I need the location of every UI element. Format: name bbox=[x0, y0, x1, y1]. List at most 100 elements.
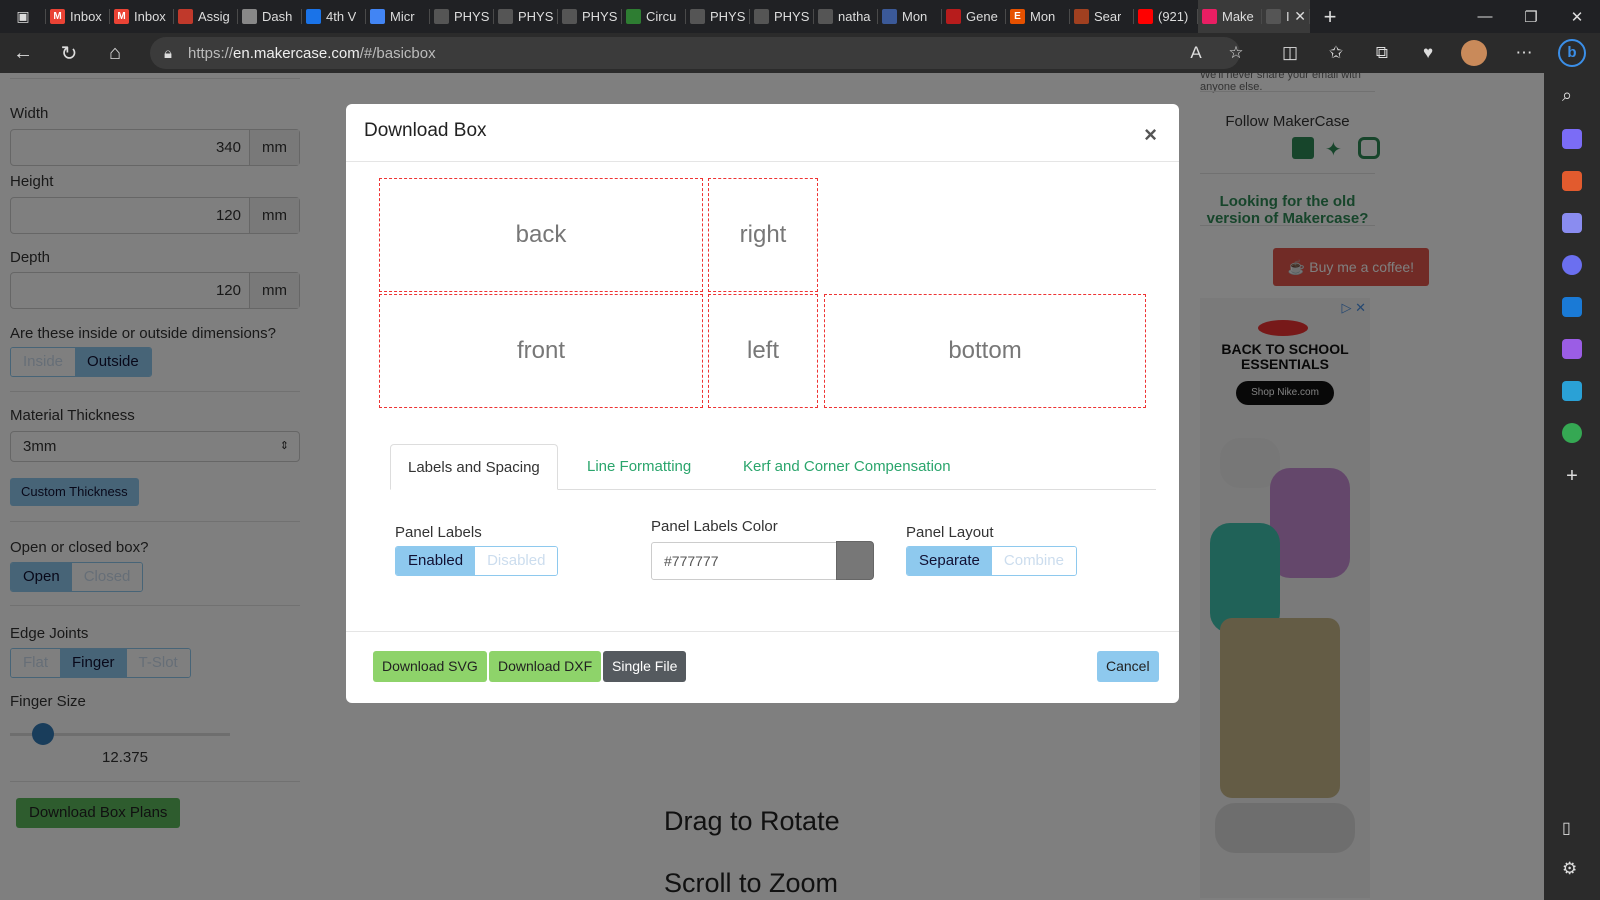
modal-header-divider bbox=[346, 161, 1179, 162]
tab-favicon-icon bbox=[562, 9, 577, 24]
browser-tab[interactable]: Gene bbox=[942, 0, 1006, 33]
shopping-icon[interactable] bbox=[1562, 129, 1582, 149]
combine-button[interactable]: Combine bbox=[991, 547, 1076, 575]
tab-title: Sear bbox=[1094, 9, 1122, 24]
tab-labels-spacing[interactable]: Labels and Spacing bbox=[390, 444, 558, 490]
panel-labels-label: Panel Labels bbox=[395, 524, 482, 541]
send-icon[interactable] bbox=[1562, 381, 1582, 401]
tab-title: Assig bbox=[198, 9, 230, 24]
browser-tab[interactable]: E Mon bbox=[1006, 0, 1070, 33]
browser-tab[interactable]: Make bbox=[1198, 0, 1262, 33]
tab-line-formatting[interactable]: Line Formatting bbox=[570, 444, 708, 490]
back-icon[interactable]: ← bbox=[0, 33, 46, 73]
panel-left-label: left bbox=[746, 337, 779, 364]
tab-title: Inbox bbox=[70, 9, 102, 24]
tab-title: I bbox=[1286, 9, 1290, 24]
home-icon[interactable]: ⌂ bbox=[92, 33, 138, 73]
tree-icon[interactable] bbox=[1562, 423, 1582, 443]
tab-title: 4th V bbox=[326, 9, 357, 24]
browser-tab[interactable]: Circu bbox=[622, 0, 686, 33]
settings-icon[interactable]: ⚙ bbox=[1562, 859, 1582, 879]
tab-favicon-icon: M bbox=[114, 9, 129, 24]
panel-right: right bbox=[708, 178, 818, 292]
browser-tab[interactable]: PHYS bbox=[686, 0, 750, 33]
split-screen-icon[interactable]: ◫ bbox=[1270, 33, 1310, 73]
collections-icon[interactable]: ⧉ bbox=[1362, 33, 1402, 73]
close-window-icon[interactable]: ✕ bbox=[1554, 0, 1600, 33]
tab-favicon-icon bbox=[1266, 9, 1281, 24]
download-svg-button[interactable]: Download SVG bbox=[373, 651, 487, 682]
url-field[interactable]: 🔒︎ https://en.makercase.com/#/basicbox bbox=[150, 37, 1240, 69]
download-dxf-button[interactable]: Download DXF bbox=[489, 651, 602, 682]
panel-bottom-label: bottom bbox=[948, 337, 1022, 364]
tab-favicon-icon bbox=[690, 9, 705, 24]
tab-list: M Inbox M Inbox Assig Dash 4th V Micr PHYS PHYS PH… bbox=[46, 0, 1310, 33]
browser-tab[interactable]: Dash bbox=[238, 0, 302, 33]
tab-close-icon[interactable]: ✕ bbox=[1294, 8, 1306, 25]
tab-title: Gene bbox=[966, 9, 998, 24]
url-host: en.makercase.com bbox=[233, 44, 360, 62]
browser-tab[interactable]: natha bbox=[814, 0, 878, 33]
tab-title: PHYS bbox=[774, 9, 810, 24]
browser-tab[interactable]: PHYS bbox=[558, 0, 622, 33]
health-icon[interactable]: ♥ bbox=[1408, 33, 1448, 73]
browser-tab[interactable]: (921) bbox=[1134, 0, 1198, 33]
color-swatch[interactable] bbox=[836, 541, 874, 580]
add-sidebar-icon[interactable]: + bbox=[1562, 465, 1582, 487]
games-icon[interactable] bbox=[1562, 213, 1582, 233]
tab-actions-icon[interactable]: ▣ bbox=[0, 0, 46, 33]
refresh-icon[interactable]: ↻ bbox=[46, 33, 92, 73]
tab-title: Make bbox=[1222, 9, 1254, 24]
browser-tab[interactable]: PHYS bbox=[494, 0, 558, 33]
browser-tab[interactable]: Micr bbox=[366, 0, 430, 33]
tab-title: PHYS bbox=[454, 9, 490, 24]
browser-tab[interactable]: PHYS bbox=[430, 0, 494, 33]
read-aloud-icon[interactable]: A bbox=[1176, 33, 1216, 73]
browser-tab[interactable]: I ✕ bbox=[1262, 0, 1310, 33]
tab-favicon-icon bbox=[882, 9, 897, 24]
browser-tab[interactable]: M Inbox bbox=[46, 0, 110, 33]
more-menu-icon[interactable]: ⋯ bbox=[1504, 33, 1544, 73]
enabled-button[interactable]: Enabled bbox=[396, 547, 476, 575]
settings-tabs: Labels and Spacing Line Formatting Kerf … bbox=[390, 444, 1156, 490]
tab-kerf-corner[interactable]: Kerf and Corner Compensation bbox=[726, 444, 968, 490]
outlook-icon[interactable] bbox=[1562, 297, 1582, 317]
panel-labels-color-label: Panel Labels Color bbox=[651, 518, 778, 535]
browser-tab[interactable]: Mon bbox=[878, 0, 942, 33]
browser-tab[interactable]: 4th V bbox=[302, 0, 366, 33]
restore-icon[interactable]: ❐ bbox=[1508, 0, 1554, 33]
tab-favicon-icon: E bbox=[1010, 9, 1025, 24]
cancel-button[interactable]: Cancel bbox=[1097, 651, 1159, 682]
single-file-button[interactable]: Single File bbox=[603, 651, 687, 682]
panel-back-label: back bbox=[515, 221, 567, 248]
disabled-button[interactable]: Disabled bbox=[475, 547, 558, 575]
panel-left: left bbox=[708, 294, 818, 408]
browser-tab[interactable]: M Inbox bbox=[110, 0, 174, 33]
tools-icon[interactable] bbox=[1562, 171, 1582, 191]
browser-tab[interactable]: Assig bbox=[174, 0, 238, 33]
tab-title: Micr bbox=[390, 9, 415, 24]
favorites-icon[interactable]: ✩ bbox=[1316, 33, 1356, 73]
new-tab-button[interactable]: + bbox=[1310, 4, 1350, 30]
m365-icon[interactable] bbox=[1562, 255, 1582, 275]
search-icon[interactable]: ⌕ bbox=[1562, 85, 1582, 105]
modal-title: Download Box bbox=[364, 120, 487, 141]
download-box-modal: Download Box × back right front left bot… bbox=[346, 104, 1179, 703]
tab-title: natha bbox=[838, 9, 871, 24]
tab-favicon-icon bbox=[306, 9, 321, 24]
tab-favicon-icon bbox=[754, 9, 769, 24]
browser-tab[interactable]: PHYS bbox=[750, 0, 814, 33]
browser-tab[interactable]: Sear bbox=[1070, 0, 1134, 33]
sidebar-toggle-icon[interactable]: ▯ bbox=[1562, 818, 1582, 838]
designer-icon[interactable] bbox=[1562, 339, 1582, 359]
profile-avatar[interactable] bbox=[1454, 33, 1494, 73]
copilot-icon[interactable]: b bbox=[1552, 33, 1592, 73]
modal-close-icon[interactable]: × bbox=[1144, 122, 1157, 148]
tab-title: Mon bbox=[1030, 9, 1056, 24]
minimize-icon[interactable]: — bbox=[1462, 0, 1508, 33]
address-bar-row: ← ↻ ⌂ 🔒︎ https://en.makercase.com/#/basi… bbox=[0, 33, 1600, 73]
url-path: /#/basicbox bbox=[359, 44, 436, 62]
favorite-star-icon[interactable]: ☆ bbox=[1216, 33, 1256, 73]
separate-button[interactable]: Separate bbox=[907, 547, 992, 575]
panel-labels-color-input[interactable]: #777777 bbox=[651, 542, 837, 580]
